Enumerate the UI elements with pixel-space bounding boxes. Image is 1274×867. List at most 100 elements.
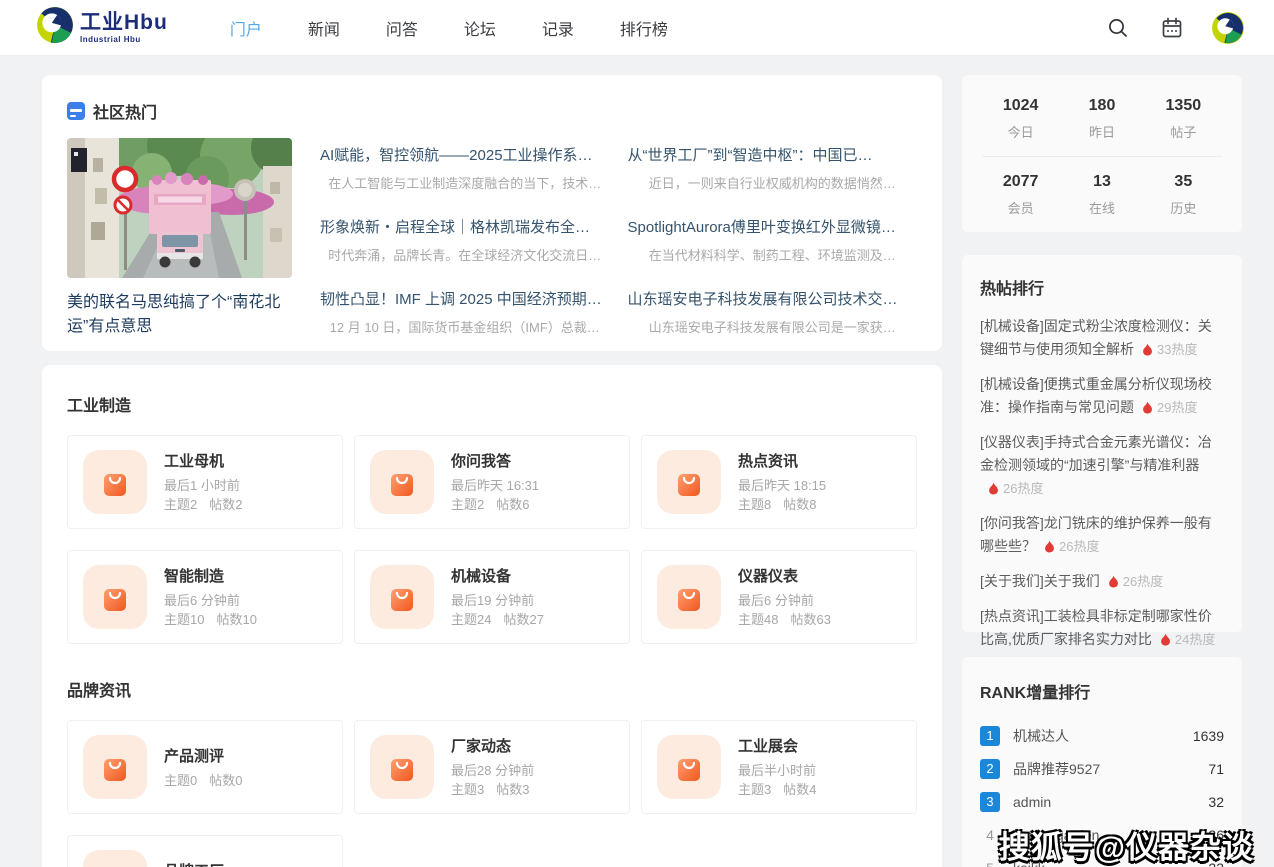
shopping-bag-icon	[83, 735, 147, 799]
brand-name: 工业Hbu	[80, 12, 168, 33]
heat-count: 26热度	[1059, 539, 1099, 554]
forum-name[interactable]: 工业母机	[164, 450, 242, 471]
rank-score: 32	[1208, 794, 1224, 810]
news-item[interactable]: 山东瑶安电子科技发展有限公司技术交… 山东瑶安电子科技发展有限公司是一家获…	[628, 288, 918, 336]
hot-post-item[interactable]: [关于我们]关于我们26热度	[980, 570, 1224, 593]
user-avatar[interactable]	[1212, 12, 1244, 44]
heat-badge: 24热度	[1160, 632, 1215, 647]
nav-item-records[interactable]: 记录	[542, 16, 574, 40]
forum-counts: 主题3 帖数3	[451, 780, 534, 799]
stat-value: 180	[1061, 97, 1142, 115]
featured-caption[interactable]: 美的联名马思纯搞了个“南花北运”有点意思	[67, 291, 292, 339]
shopping-bag-icon	[657, 450, 721, 514]
forum-stats-card: 1024 今日 180 昨日 1350 帖子 2077 会员 13 在线	[962, 75, 1242, 232]
news-title[interactable]: 山东瑶安电子科技发展有限公司技术交…	[628, 288, 918, 309]
hot-post-text[interactable]: [关于我们]关于我们	[980, 573, 1100, 589]
forum-card[interactable]: 产品测评 主题0帖数0	[67, 720, 343, 814]
forum-name[interactable]: 产品测评	[164, 745, 242, 766]
nav-item-news[interactable]: 新闻	[308, 16, 340, 40]
forum-card[interactable]: 品牌工厂 主题0帖数0	[67, 835, 343, 867]
forum-card[interactable]: 热点资讯 最后昨天 18:15 主题8帖数8	[641, 435, 917, 529]
news-item[interactable]: 韧性凸显！IMF 上调 2025 中国经济预期… 12 月 10 日，国际货币基…	[320, 288, 610, 336]
stat-value: 1350	[1143, 97, 1224, 115]
forum-name[interactable]: 仪器仪表	[738, 565, 831, 586]
forum-counts: 主题2帖数2	[164, 495, 242, 514]
forum-name[interactable]: 厂家动态	[451, 735, 534, 756]
rank-user-name[interactable]: koikk	[1013, 860, 1208, 867]
forum-name[interactable]: 机械设备	[451, 565, 544, 586]
rank-user-name[interactable]: fandougarden	[1013, 827, 1208, 843]
forum-name[interactable]: 热点资讯	[738, 450, 826, 471]
nav-item-qa[interactable]: 问答	[386, 16, 418, 40]
news-excerpt: 时代奔涌，品牌长青。在全球经济文化交流日…	[320, 245, 610, 264]
hot-post-item[interactable]: [你问我答]龙门铣床的维护保养一般有哪些些？26热度	[980, 512, 1224, 558]
featured-article[interactable]: 美的联名马思纯搞了个“南花北运”有点意思	[67, 138, 292, 339]
forum-last-post: 最后19 分钟前	[451, 591, 544, 610]
news-item[interactable]: 形象焕新・启程全球｜格林凯瑞发布全… 时代奔涌，品牌长青。在全球经济文化交流日…	[320, 216, 610, 264]
calendar-icon[interactable]	[1158, 14, 1186, 42]
forum-card[interactable]: 厂家动态 最后28 分钟前 主题3 帖数3	[354, 720, 630, 814]
site-logo[interactable]: 工业Hbu Industrial Hbu	[36, 6, 168, 49]
news-item[interactable]: AI赋能，智控领航——2025工业操作系… 在人工智能与工业制造深度融合的当下，…	[320, 144, 610, 192]
forum-card[interactable]: 机械设备 最后19 分钟前 主题24帖数27	[354, 550, 630, 644]
hot-post-item[interactable]: [仪器仪表]手持式合金元素光谱仪：冶金检测领域的“加速引擎”与精准利器 26热度	[980, 431, 1224, 500]
forum-last-post: 最后半小时前	[738, 761, 816, 780]
forum-name[interactable]: 工业展会	[738, 735, 816, 756]
forum-card[interactable]: 你问我答 最后昨天 16:31 主题2帖数6	[354, 435, 630, 529]
forum-name[interactable]: 品牌工厂	[164, 860, 242, 867]
news-item[interactable]: SpotlightAurora傅里叶变换红外显微镜… 在当代材料科学、制药工程、…	[628, 216, 918, 264]
forum-name[interactable]: 智能制造	[164, 565, 257, 586]
rank-user-name[interactable]: 机械达人	[1013, 726, 1193, 746]
heat-count: 24热度	[1175, 632, 1215, 647]
heat-badge: 29热度	[1142, 400, 1197, 415]
flame-icon	[1160, 633, 1171, 646]
forum-topics: 主题8	[738, 497, 771, 512]
news-item[interactable]: 从“世界工厂”到“智造中枢”：中国已… 近日，一则来自行业权威机构的数据悄然…	[628, 144, 918, 192]
hot-post-text[interactable]: [仪器仪表]手持式合金元素光谱仪：冶金检测领域的“加速引擎”与精准利器	[980, 434, 1212, 473]
shopping-bag-icon	[657, 735, 721, 799]
forum-card[interactable]: 工业展会 最后半小时前 主题3帖数4	[641, 720, 917, 814]
forum-card[interactable]: 仪器仪表 最后6 分钟前 主题48帖数63	[641, 550, 917, 644]
forum-card[interactable]: 智能制造 最后6 分钟前 主题10帖数10	[67, 550, 343, 644]
forum-counts: 主题2帖数6	[451, 495, 539, 514]
forum-topics: 主题3	[451, 782, 484, 797]
news-title[interactable]: 从“世界工厂”到“智造中枢”：中国已…	[628, 144, 918, 165]
forum-posts: 帖数3	[496, 782, 529, 797]
news-excerpt: 近日，一则来自行业权威机构的数据悄然…	[628, 173, 918, 192]
hot-post-item[interactable]: [热点资讯]工装检具非标定制哪家性价比高,优质厂家排名实力对比24热度	[980, 605, 1224, 651]
list-card-icon	[67, 102, 85, 120]
rank-user-name[interactable]: 品牌推荐9527	[1013, 759, 1208, 779]
forum-sections-card: 工业制造 工业母机 最后1 小时前 主题2帖数2 你问我答 最后昨天 16	[42, 365, 942, 867]
news-title[interactable]: SpotlightAurora傅里叶变换红外显微镜…	[628, 216, 918, 237]
featured-image[interactable]	[67, 138, 292, 278]
forum-posts: 帖数8	[783, 497, 816, 512]
flame-icon	[1108, 575, 1119, 588]
hot-post-item[interactable]: [机械设备]便携式重金属分析仪现场校准：操作指南与常见问题29热度	[980, 373, 1224, 419]
stat-today: 1024 今日	[980, 97, 1061, 141]
rank-score: 26	[1208, 827, 1224, 843]
stat-posts: 1350 帖子	[1143, 97, 1224, 141]
rank-user-name[interactable]: admin	[1013, 794, 1208, 810]
heat-badge: 26热度	[988, 481, 1043, 496]
nav-item-ranking[interactable]: 排行榜	[620, 16, 668, 40]
news-title[interactable]: AI赋能，智控领航——2025工业操作系…	[320, 144, 610, 165]
forum-last-post: 最后28 分钟前	[451, 761, 534, 780]
heat-badge: 33热度	[1142, 342, 1197, 357]
community-hot-card: 社区热门	[42, 75, 942, 351]
nav-item-forum[interactable]: 论坛	[464, 16, 496, 40]
shopping-bag-icon	[657, 565, 721, 629]
forum-name[interactable]: 你问我答	[451, 450, 539, 471]
nav-item-portal[interactable]: 门户	[230, 16, 262, 40]
forum-card[interactable]: 工业母机 最后1 小时前 主题2帖数2	[67, 435, 343, 529]
stat-value: 2077	[980, 173, 1061, 191]
hot-post-item[interactable]: [机械设备]固定式粉尘浓度检测仪：关键细节与使用须知全解析33热度	[980, 315, 1224, 361]
forum-topics: 主题0	[164, 773, 197, 788]
rank-score: 23	[1208, 860, 1224, 867]
rank-badge: 2	[980, 759, 1000, 779]
search-icon[interactable]	[1104, 14, 1132, 42]
flame-icon	[1142, 343, 1153, 356]
header-actions	[1104, 12, 1244, 44]
news-title[interactable]: 形象焕新・启程全球｜格林凯瑞发布全…	[320, 216, 610, 237]
logo-globe-icon	[36, 6, 74, 49]
news-title[interactable]: 韧性凸显！IMF 上调 2025 中国经济预期…	[320, 288, 610, 309]
